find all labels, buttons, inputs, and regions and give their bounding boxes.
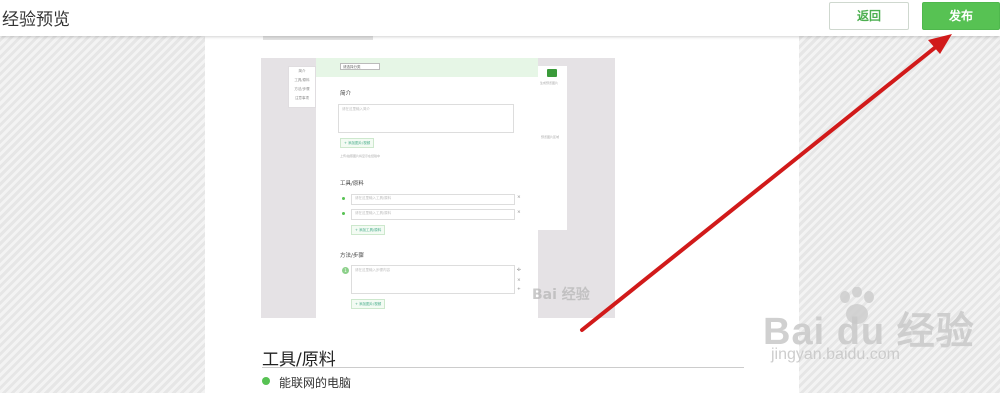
add-image-button: + 添加图片/视频: [340, 138, 375, 148]
baidu-watermark: Bai du 经验 jingyan.baidu.com: [763, 300, 998, 380]
category-select: 请选择分类: [340, 63, 380, 70]
right-panel-label: 生成预览图片: [540, 81, 559, 85]
nav-item: 方法/步骤: [294, 87, 310, 91]
tool-placeholder: 请在这里输入工具/原料: [355, 211, 392, 215]
editor-category-bar: 请选择分类: [316, 58, 538, 77]
intro-heading: 简介: [340, 91, 352, 97]
tool-input: 请在这里输入工具/原料: [351, 209, 515, 220]
intro-textarea: 请在这里输入简介: [338, 104, 514, 133]
step-screenshot-image: 简介 工具/原料 方法/步骤 注意事项 请选择分类 简介 请在这里输入简介 + …: [261, 58, 615, 318]
editor-right-panel: 生成预览图片 预览图片区域: [538, 66, 567, 230]
tool-input: 请在这里输入工具/原料: [351, 194, 515, 205]
right-panel-hint: 预览图片区域: [541, 135, 560, 139]
publish-button[interactable]: 发布: [922, 2, 1000, 30]
intro-placeholder: 请在这里输入简介: [342, 107, 370, 111]
section-divider: [262, 367, 744, 368]
remove-icon: ×: [517, 210, 521, 215]
tool-bullet: [342, 197, 345, 200]
nav-item: 注意事项: [295, 96, 309, 100]
tool-bullet: [342, 212, 345, 215]
add-tool-button: + 添加工具/原料: [351, 225, 386, 235]
cut-off-text: [263, 36, 373, 40]
nav-item: 简介: [298, 69, 306, 73]
step-number: 1: [342, 267, 349, 274]
list-bullet: [262, 377, 270, 385]
remove-icon: ×: [517, 195, 521, 200]
remove-icon: ×: [517, 278, 521, 283]
step-placeholder: 请在这里输入步骤内容: [355, 268, 390, 272]
screenshot-watermark: Bai 经验: [532, 287, 590, 303]
list-item: 能联网的电脑: [279, 376, 352, 390]
image-icon: [547, 69, 557, 77]
move-icon: ✣: [517, 268, 521, 273]
editor-form: 请选择分类 简介 请在这里输入简介 + 添加图片/视频 上传/拍照图片将显示在经…: [316, 58, 538, 318]
intro-tip: 上传/拍照图片将显示在经验中: [340, 154, 381, 158]
add-icon: +: [517, 287, 521, 292]
nav-item: 工具/原料: [294, 78, 310, 82]
add-step-image-button: + 添加图片/视频: [351, 299, 386, 309]
tool-placeholder: 请在这里输入工具/原料: [355, 196, 392, 200]
steps-heading: 方法/步骤: [340, 253, 364, 259]
page-title: 经验预览: [2, 10, 70, 30]
editor-left-nav: 简介 工具/原料 方法/步骤 注意事项: [288, 66, 316, 108]
watermark-url: jingyan.baidu.com: [771, 346, 900, 363]
back-button[interactable]: 返回: [829, 2, 909, 30]
tools-heading: 工具/原料: [340, 181, 364, 187]
step-textarea: 请在这里输入步骤内容: [351, 265, 515, 294]
top-bar: 经验预览 返回 发布: [0, 0, 1000, 36]
